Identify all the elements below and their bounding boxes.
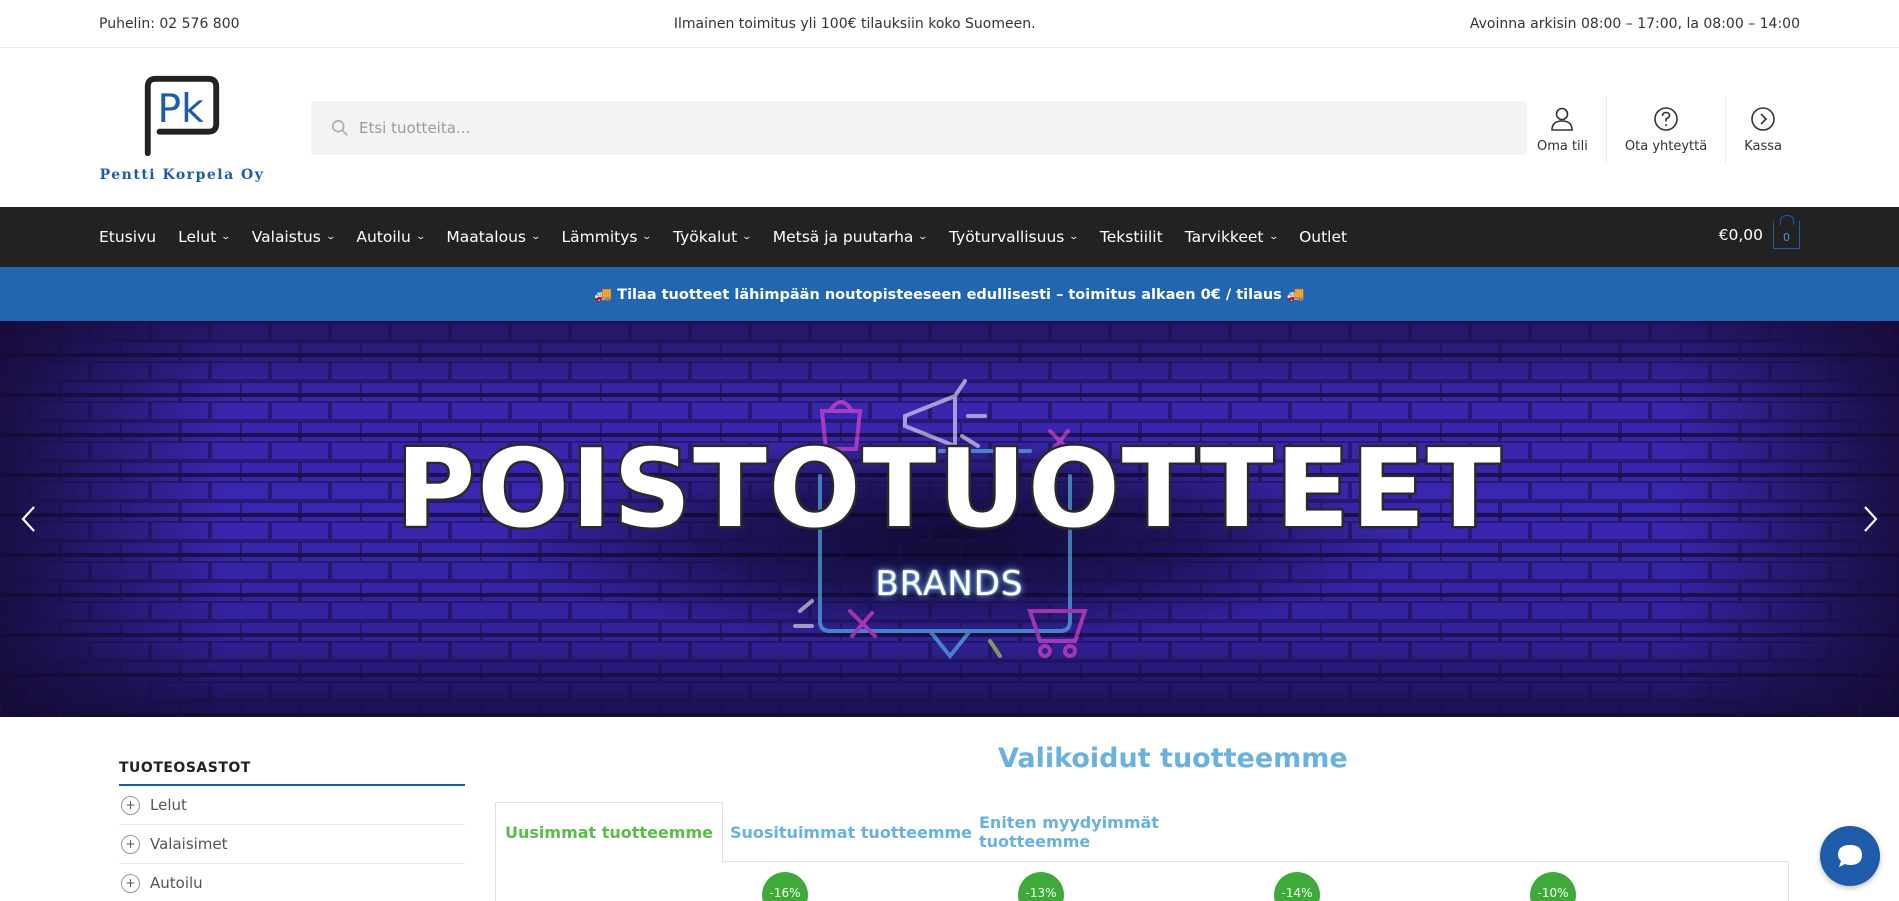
chevron-down-icon: ⌄: [1268, 232, 1279, 242]
nav-item-maatalous[interactable]: Maatalous ⌄: [446, 228, 542, 246]
chevron-down-icon: ⌄: [741, 232, 753, 242]
cart-count: 0: [1783, 231, 1790, 244]
top-info-bar: Puhelin: 02 576 800 Ilmainen toimitus yl…: [0, 0, 1899, 48]
chevron-down-icon: ⌄: [1068, 232, 1080, 242]
nav-item-tarvikkeet[interactable]: Tarvikkeet ⌄: [1184, 228, 1279, 246]
nav-item-label: Työturvallisuus: [948, 228, 1065, 246]
main-navigation: Etusivu Lelut ⌄ Valaistus ⌄ Autoilu ⌄ Maata…: [0, 207, 1899, 267]
site-logo[interactable]: Pk Pentti Korpela Oy: [99, 73, 265, 183]
nav-item-autoilu[interactable]: Autoilu ⌄: [356, 228, 426, 246]
expand-plus-icon[interactable]: +: [121, 873, 140, 893]
slider-prev-arrow-icon[interactable]: [14, 499, 44, 539]
nav-item-label: Lelut: [178, 228, 217, 246]
nav-item-label: Työkalut: [673, 228, 738, 246]
opening-hours-text: Avoinna arkisin 08:00 – 17:00, la 08:00 …: [1469, 15, 1800, 32]
tab-bestselling[interactable]: Eniten myydyimmät tuotteemme: [979, 802, 1271, 862]
tab-popular[interactable]: Suosituimmat tuotteemme: [723, 802, 979, 862]
phone-text: Puhelin: 02 576 800: [99, 15, 240, 32]
logo-company-name: Pentti Korpela Oy: [99, 166, 265, 183]
tab-label: Eniten myydyimmät tuotteemme: [979, 813, 1159, 851]
tab-panel: [495, 862, 1789, 901]
chevron-down-icon: ⌄: [641, 232, 653, 242]
hero-subtitle: BRANDS: [875, 564, 1024, 604]
sidebar-item-valaisimet[interactable]: + Valaisimet: [119, 825, 465, 864]
category-sidebar: TUOTEOSASTOT + Lelut + Valaisimet + Auto…: [119, 760, 465, 901]
nav-item-label: Metsä ja puutarha: [772, 228, 914, 246]
tab-newest[interactable]: Uusimmat tuotteemme: [495, 802, 723, 863]
search-bar: [311, 101, 1527, 155]
chevron-down-icon: ⌄: [530, 232, 542, 242]
account-link-label: Oma tili: [1536, 139, 1588, 154]
header-links: Oma tili Ota yhteyttä Kassa: [1519, 96, 1800, 164]
tab-label: Suosituimmat tuotteemme: [729, 822, 973, 842]
nav-item-lammitys[interactable]: Lämmitys ⌄: [561, 228, 653, 246]
nav-item-label: Etusivu: [99, 228, 157, 246]
sidebar-title: TUOTEOSASTOT: [119, 760, 465, 786]
sidebar-item-autoilu[interactable]: + Autoilu: [119, 864, 465, 901]
expand-plus-icon[interactable]: +: [121, 834, 140, 854]
nav-item-valaistus[interactable]: Valaistus ⌄: [251, 228, 336, 246]
nav-item-label: Tarvikkeet: [1184, 228, 1264, 246]
nav-item-label: Lämmitys: [561, 228, 638, 246]
chevron-down-icon: ⌄: [917, 232, 929, 242]
contact-link[interactable]: Ota yhteyttä: [1605, 96, 1725, 164]
hero-title: POISTOTUOTTEET: [394, 427, 1504, 552]
nav-item-label: Outlet: [1299, 228, 1348, 246]
featured-products-title: Valikoidut tuotteemme: [998, 743, 1348, 774]
nav-item-label: Maatalous: [446, 228, 526, 246]
shipping-text: Ilmainen toimitus yli 100€ tilauksiin ko…: [673, 15, 1036, 32]
chat-bubble-icon: [1838, 845, 1862, 867]
search-input[interactable]: [359, 119, 1459, 137]
user-icon: [1551, 107, 1574, 131]
nav-item-outlet[interactable]: Outlet: [1299, 228, 1347, 246]
nav-item-label: Valaistus: [251, 228, 321, 246]
sidebar-item-label: Autoilu: [150, 874, 203, 892]
sidebar-item-lelut[interactable]: + Lelut: [119, 786, 465, 825]
tab-label: Uusimmat tuotteemme: [505, 823, 713, 842]
nav-item-lelut[interactable]: Lelut ⌄: [178, 228, 232, 246]
contact-link-label: Ota yhteyttä: [1624, 139, 1708, 154]
site-header: Pk Pentti Korpela Oy Oma tili Ota yhteyt…: [0, 48, 1899, 207]
checkout-link[interactable]: Kassa: [1725, 96, 1800, 164]
nav-item-metsa-ja-puutarha[interactable]: Metsä ja puutarha ⌄: [772, 228, 929, 246]
nav-item-tyoturvallisuus[interactable]: Työturvallisuus ⌄: [948, 228, 1080, 246]
expand-plus-icon[interactable]: +: [121, 795, 140, 815]
pk-logo-icon: Pk: [144, 75, 220, 156]
checkout-link-label: Kassa: [1744, 139, 1782, 154]
cart-total: €0,00: [1718, 226, 1763, 244]
arrow-circle-right-icon: [1751, 107, 1775, 131]
sidebar-item-label: Valaisimet: [150, 835, 228, 853]
promo-banner: 🚚 Tilaa tuotteet lähimpään noutopisteese…: [0, 267, 1899, 321]
nav-item-etusivu[interactable]: Etusivu: [99, 228, 156, 246]
nav-item-label: Tekstiilit: [1099, 228, 1163, 246]
chevron-down-icon: ⌄: [325, 232, 336, 242]
nav-item-tyokalut[interactable]: Työkalut ⌄: [673, 228, 753, 246]
mini-cart[interactable]: €0,00 0: [1718, 215, 1800, 249]
product-tabs: Uusimmat tuotteemme Suosituimmat tuottee…: [495, 802, 1789, 863]
account-link[interactable]: Oma tili: [1519, 96, 1606, 164]
help-circle-icon: [1654, 107, 1678, 131]
chevron-down-icon: ⌄: [415, 232, 426, 242]
sidebar-item-label: Lelut: [150, 796, 187, 814]
promo-text: 🚚 Tilaa tuotteet lähimpään noutopisteese…: [594, 286, 1305, 303]
logo-monogram: Pk: [158, 86, 205, 131]
chat-button[interactable]: [1820, 826, 1880, 886]
chevron-down-icon: ⌄: [220, 232, 232, 242]
nav-item-tekstiilit[interactable]: Tekstiilit: [1100, 228, 1163, 246]
hero-slider[interactable]: POISTOTUOTTEET BRANDS: [0, 321, 1899, 717]
search-icon: [331, 119, 348, 136]
nav-item-label: Autoilu: [356, 228, 411, 246]
shopping-bag-icon: 0: [1773, 215, 1800, 249]
slider-next-arrow-icon[interactable]: [1855, 499, 1885, 539]
